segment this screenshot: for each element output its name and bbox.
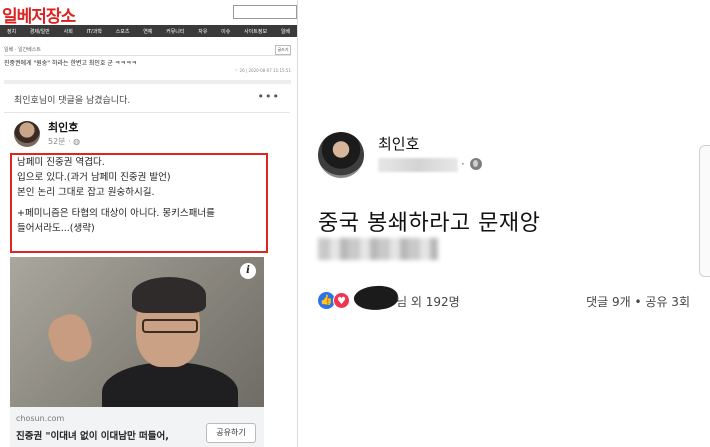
post-body-line: 입으로 있다.(과거 남페미 진중권 발언): [17, 172, 171, 183]
forum-search-input[interactable]: [233, 5, 297, 19]
link-title: 진중권 "이대녀 없이 이대남만 떠들어,: [16, 431, 169, 442]
commented-notice: 최인호님이 댓글을 남겼습니다.: [14, 96, 131, 106]
post-body-line: 남페미 진중권 역겹다.: [17, 157, 105, 168]
author-name[interactable]: 최인호: [378, 133, 419, 154]
nav-item[interactable]: 정치: [7, 28, 16, 35]
nav-item[interactable]: 일베: [281, 28, 290, 35]
redacted-name: [352, 283, 400, 313]
forum-screenshot-panel: 일베저장소 정치 경제/일반 사회 IT/과학 스포츠 연예 커뮤니티 자유 이슈 사이트정보 일베…: [0, 0, 298, 447]
facebook-post-card: 최인호님이 댓글을 남겼습니다. ••• 최인호 52분 · ◍ 남페미 진중권…: [4, 88, 290, 447]
facebook-post-panel: 최인호 · 중국 봉쇄하라고 문재앙 👍 ♥ 님 외 192명 댓글 9개 • …: [298, 0, 710, 447]
author-name[interactable]: 최인호: [48, 119, 78, 135]
globe-icon: ◍: [73, 137, 81, 146]
avatar[interactable]: [318, 132, 364, 178]
divider: [4, 55, 291, 56]
nav-item[interactable]: IT/과학: [87, 28, 102, 35]
nav-item[interactable]: 경제/일반: [30, 28, 50, 35]
photo-hand: [43, 309, 97, 367]
link-domain: chosun.com: [16, 414, 65, 423]
globe-icon: [470, 158, 482, 170]
time-separator: ·: [461, 157, 465, 171]
more-options-icon[interactable]: •••: [258, 90, 280, 103]
forum-nav: 정치 경제/일반 사회 IT/과학 스포츠 연예 커뮤니티 자유 이슈 사이트정보 일베: [0, 25, 297, 37]
post-title: 진중권에게 "원숭" 하라는 한변고 최인호 군 ㅋㅋㅋㅋ: [4, 60, 137, 67]
article-photo[interactable]: i: [10, 257, 264, 407]
post-time: 52분 · ◍: [48, 136, 80, 147]
link-preview[interactable]: chosun.com 진중권 "이대녀 없이 이대남만 떠들어, 공유하기: [10, 407, 264, 447]
reactions-summary[interactable]: 님 외 192명: [396, 293, 460, 310]
post-body-line: 본인 논리 그대로 잡고 원숭하시길.: [17, 187, 155, 198]
post-meta: ♡ 26 | 2020-08-07 11:15:51: [234, 68, 291, 73]
avatar[interactable]: [14, 121, 40, 147]
share-button[interactable]: 공유하기: [206, 423, 256, 443]
side-panel-edge: [699, 145, 710, 277]
photo-glasses: [142, 319, 198, 333]
logo-text: 일베저장소: [2, 7, 76, 27]
nav-item[interactable]: 자유: [198, 28, 207, 35]
nav-item[interactable]: 사회: [64, 28, 73, 35]
comments-shares-count[interactable]: 댓글 9개 • 공유 3회: [586, 293, 690, 310]
nav-item[interactable]: 커뮤니티: [166, 28, 184, 35]
photo-hair: [132, 277, 206, 313]
blurred-text: [318, 238, 438, 260]
forum-logo[interactable]: 일베저장소: [2, 2, 110, 27]
info-icon[interactable]: i: [240, 263, 256, 279]
love-reaction-icon[interactable]: ♥: [333, 292, 350, 309]
divider: [4, 112, 290, 113]
blurred-timestamp: [378, 158, 458, 172]
nav-item[interactable]: 이슈: [221, 28, 230, 35]
nav-item[interactable]: 사이트정보: [244, 28, 267, 35]
post-body-line: +페미니즘은 타협의 대상이 아니다. 몽키스패너를: [17, 208, 215, 219]
highlighted-post-body: 남페미 진중권 역겹다. 입으로 있다.(과거 남페미 진중권 발언) 본인 논리 …: [10, 153, 268, 253]
post-time-text: 52분 ·: [48, 137, 74, 146]
breadcrumb: 일베 · 일간베스트: [4, 47, 41, 53]
write-button[interactable]: 글쓰기: [275, 45, 291, 55]
photo-body: [102, 362, 238, 407]
divider-bar: [4, 80, 291, 84]
nav-item[interactable]: 스포츠: [116, 28, 130, 35]
nav-item[interactable]: 연예: [143, 28, 152, 35]
post-body-line: 들어서라도...(생략): [17, 223, 95, 234]
post-text: 중국 봉쇄하라고 문재앙: [318, 211, 541, 236]
